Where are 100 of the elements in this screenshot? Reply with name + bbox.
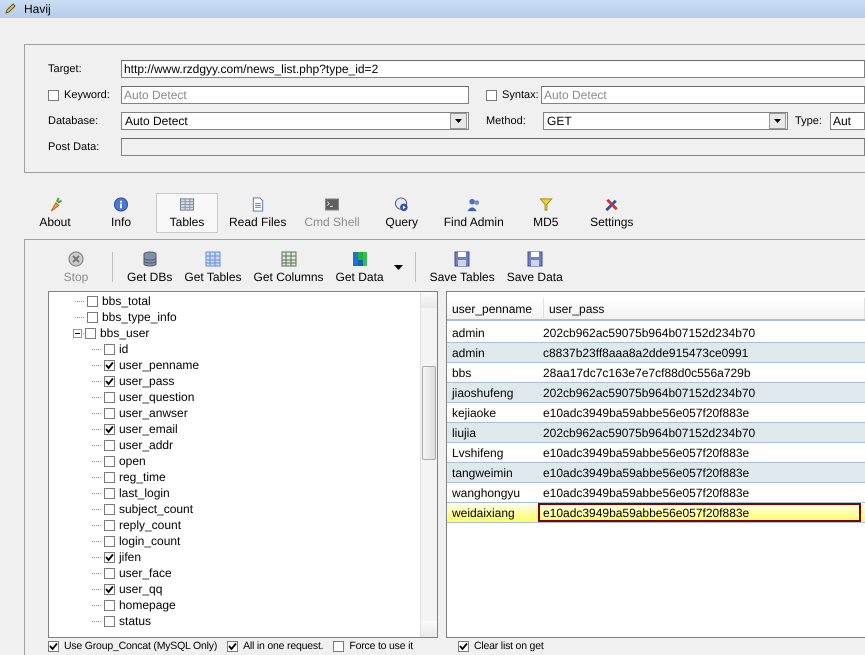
- tree-item[interactable]: user_question: [118, 390, 196, 404]
- input-field[interactable]: Aut: [830, 112, 865, 130]
- checkbox[interactable]: [104, 552, 115, 562]
- checkbox[interactable]: [104, 360, 115, 370]
- tree-item[interactable]: reg_time: [118, 470, 167, 484]
- column-header[interactable]: user_pass: [544, 298, 865, 319]
- terminal-icon: [324, 197, 340, 212]
- checkbox-label: Use Group_Concat (MySQL Only): [64, 640, 218, 652]
- toolbar-tab[interactable]: Read Files: [222, 193, 294, 233]
- toolbar-tab[interactable]: Info: [90, 193, 152, 233]
- input-field[interactable]: http://www.rzdgyy.com/news_list.php?type_id=2: [121, 60, 865, 78]
- stop-icon: [68, 250, 84, 266]
- collapse-toggle[interactable]: [73, 328, 82, 338]
- toolbar-tab[interactable]: MD5: [514, 193, 577, 233]
- checkbox[interactable]: [104, 424, 115, 434]
- info-icon: [113, 197, 129, 212]
- checkbox-label: Keyword:: [64, 89, 110, 101]
- checkbox[interactable]: [104, 504, 115, 514]
- checkbox[interactable]: [87, 296, 98, 306]
- tree-item[interactable]: bbs_user: [99, 326, 150, 340]
- toolbar-tab[interactable]: Settings: [580, 193, 643, 233]
- toolbar-button[interactable]: Get Data: [330, 250, 390, 284]
- columns-icon: [280, 250, 297, 266]
- tree-item[interactable]: id: [118, 342, 130, 356]
- checkbox[interactable]: [104, 408, 115, 418]
- input-field[interactable]: Auto Detect: [541, 86, 865, 104]
- toolbar-button[interactable]: Get DBs: [121, 250, 178, 284]
- caret-icon: [455, 119, 462, 123]
- checkbox[interactable]: [104, 392, 115, 402]
- checkbox[interactable]: [104, 472, 115, 482]
- check-icon: [49, 642, 58, 650]
- table-row[interactable]: jiaoshufeng 202cb962ac59075b964b07152d234b70: [447, 383, 865, 403]
- input-field[interactable]: Auto Detect: [121, 86, 469, 104]
- table-cell-text: e10adc3949ba59abbe56e057f20f883e: [542, 444, 750, 462]
- scroll-thumb[interactable]: [422, 366, 436, 460]
- checkbox[interactable]: [486, 90, 497, 100]
- toolbar-button[interactable]: Save Tables: [424, 250, 501, 284]
- toolbar-button[interactable]: Save Data: [500, 250, 569, 284]
- tree-item[interactable]: homepage: [118, 598, 177, 612]
- checkbox[interactable]: [48, 90, 59, 100]
- tree-item[interactable]: login_count: [118, 534, 182, 548]
- dropdown[interactable]: Auto Detect: [121, 112, 469, 130]
- tree-item[interactable]: bbs_type_info: [101, 310, 178, 324]
- checkbox[interactable]: [333, 640, 344, 652]
- tree-item[interactable]: open: [118, 454, 147, 468]
- grid-icon: [352, 250, 368, 266]
- toolbar-tab[interactable]: About: [24, 193, 86, 233]
- play-icon: [394, 197, 410, 212]
- checkbox[interactable]: [104, 616, 115, 626]
- checkbox[interactable]: [104, 440, 115, 450]
- checkbox[interactable]: [104, 568, 115, 578]
- checkbox[interactable]: [104, 584, 115, 594]
- table-row[interactable]: liujia 202cb962ac59075b964b07152d234b70: [447, 423, 865, 443]
- tree-item[interactable]: user_penname: [118, 358, 200, 372]
- dropdown[interactable]: GET: [543, 112, 788, 130]
- save-icon: [454, 250, 470, 266]
- table-row[interactable]: tangweimin e10adc3949ba59abbe56e057f20f883e: [447, 463, 865, 483]
- tree-item[interactable]: last_login: [118, 486, 171, 500]
- checkbox[interactable]: [48, 640, 59, 652]
- table-cell-text: weidaixiang: [451, 504, 516, 522]
- tree-item[interactable]: user_email: [118, 422, 179, 436]
- toolbar-button[interactable]: Get Columns: [248, 250, 330, 284]
- checkbox[interactable]: [458, 640, 469, 652]
- toolbar-tab[interactable]: Tables: [156, 193, 218, 233]
- scrollbar[interactable]: [420, 292, 437, 637]
- field-label: Database:: [48, 115, 100, 127]
- checkbox[interactable]: [104, 456, 115, 466]
- tree-item[interactable]: user_anwser: [118, 406, 189, 420]
- tree-item[interactable]: user_pass: [118, 374, 176, 388]
- table-cell-text: admin: [451, 344, 486, 362]
- table-cell-text: 202cb962ac59075b964b07152d234b70: [542, 324, 756, 342]
- tree-item[interactable]: subject_count: [118, 502, 194, 516]
- checkbox[interactable]: [104, 536, 115, 546]
- checkbox[interactable]: [104, 600, 115, 610]
- table-cell-text: 28aa17dc7c163e7e7cf88d0c556a729b: [542, 364, 752, 382]
- tree-item[interactable]: user_qq: [118, 582, 164, 596]
- checkbox[interactable]: [104, 376, 115, 386]
- tree-item[interactable]: jifen: [118, 550, 142, 564]
- save-icon: [526, 250, 543, 266]
- checkbox[interactable]: [104, 344, 115, 354]
- table-cell-text: tangweimin: [451, 464, 514, 482]
- tree-item[interactable]: reply_count: [118, 518, 182, 532]
- checkbox[interactable]: [85, 328, 96, 338]
- tree-item[interactable]: bbs_total: [101, 294, 152, 308]
- tree-item[interactable]: user_addr: [118, 438, 174, 452]
- toolbar-tab[interactable]: Find Admin: [436, 193, 511, 233]
- table-icon: [204, 250, 221, 266]
- checkbox[interactable]: [104, 520, 115, 530]
- field-label: Post Data:: [48, 141, 100, 153]
- tree-item[interactable]: status: [118, 614, 152, 628]
- toolbar-button[interactable]: Get Tables: [178, 250, 248, 284]
- table-row[interactable]: admin c8837b23ff8aaa8a2dde915473ce0991: [447, 343, 865, 363]
- caret-icon: [774, 119, 781, 123]
- table-row[interactable]: weidaixiang e10adc3949ba59abbe56e057f20f883e: [447, 503, 865, 523]
- checkbox[interactable]: [227, 640, 238, 652]
- toolbar-tab[interactable]: Query: [370, 193, 433, 233]
- tree-item[interactable]: user_face: [118, 566, 173, 580]
- checkbox[interactable]: [104, 488, 115, 498]
- checkbox[interactable]: [87, 312, 98, 322]
- column-header[interactable]: user_penname: [447, 298, 544, 319]
